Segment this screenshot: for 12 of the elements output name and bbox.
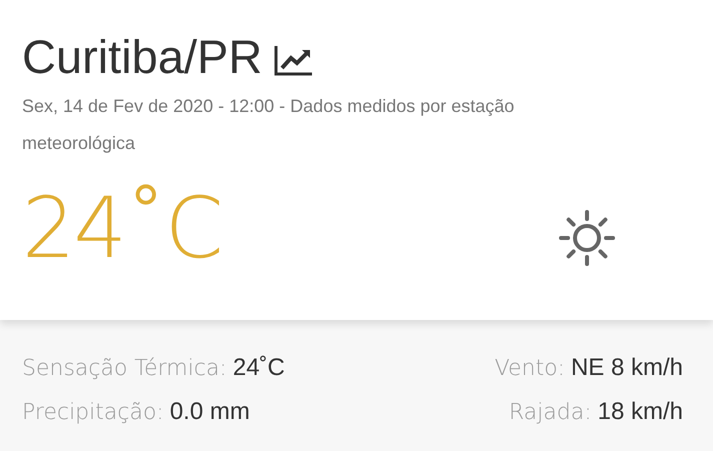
trending-chart-icon — [274, 44, 314, 76]
detail-value: 0.0 mm — [170, 397, 250, 427]
detail-label: Vento: — [494, 355, 565, 383]
detail-value: NE 8 km/h — [570, 353, 683, 383]
detail-value: 24˚C — [232, 353, 285, 383]
detail-label: Rajada: — [508, 399, 592, 427]
city-title: Curitiba/PR — [22, 29, 262, 85]
detail-label: Precipitação: — [22, 399, 164, 427]
detail-label: Sensação Térmica: — [22, 355, 227, 383]
subtitle-text: Sex, 14 de Fev de 2020 - 12:00 - Dados medidos por estação meteorológica — [22, 95, 516, 155]
temperature-reading: 24˚C — [22, 180, 222, 276]
detail-value: 18 km/h — [598, 397, 683, 427]
